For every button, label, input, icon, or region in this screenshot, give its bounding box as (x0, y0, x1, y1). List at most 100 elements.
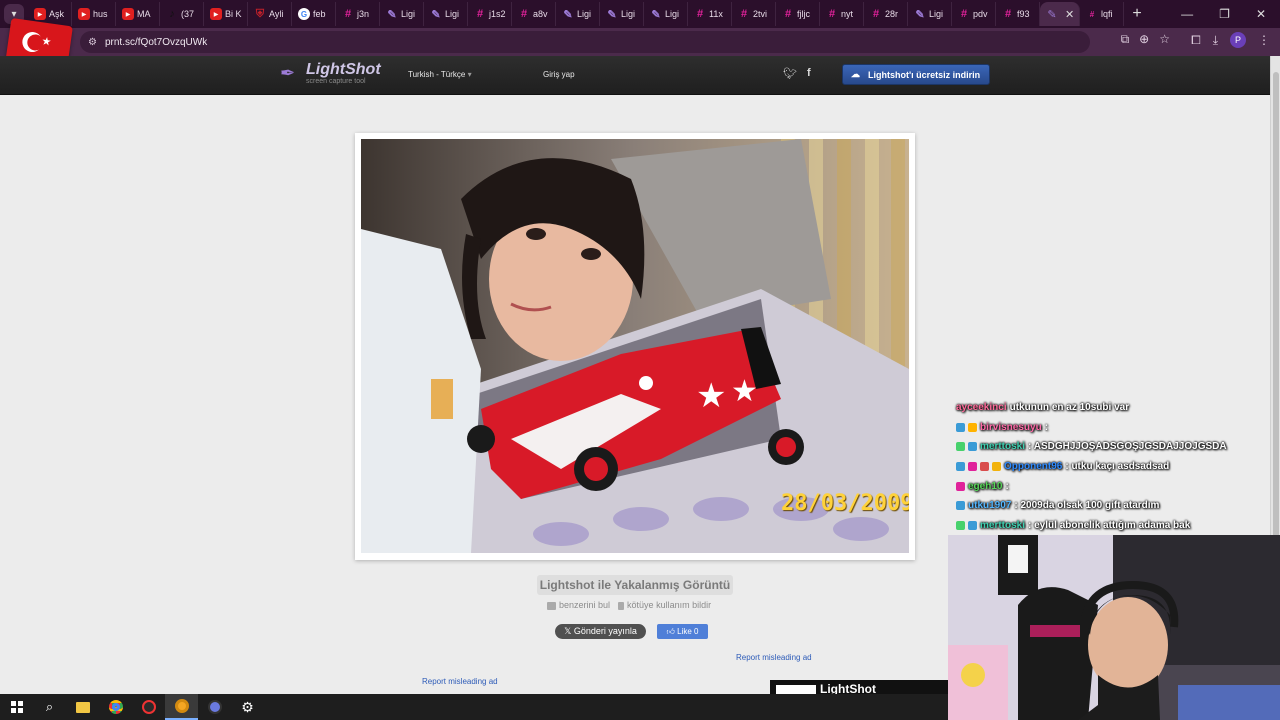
omnibox-actions: ⧉ ⊕ ☆ (1121, 32, 1170, 47)
tab[interactable]: ✎ Ligi (380, 2, 424, 26)
gear-icon: ⚙ (241, 698, 254, 715)
tab-label: 11x (709, 9, 723, 19)
tab[interactable]: Gfeb (292, 2, 336, 26)
zoom-icon[interactable]: ⊕ (1139, 32, 1149, 47)
thumbs-up-icon: 👍︎ (666, 627, 678, 636)
chat-username[interactable]: egeh10 (968, 481, 1002, 492)
chat-badge-icon (968, 422, 977, 432)
chat-message: Opponent96: utku kaçı asdsadsad (956, 457, 1256, 477)
tab[interactable]: ✎ Ligi (424, 2, 468, 26)
twitter-icon[interactable]: 🐦︎ (783, 67, 797, 80)
chat-username[interactable]: ayceekinci (956, 402, 1007, 413)
lightshot-icon: ✎ (651, 8, 661, 21)
hashtag-icon: # (696, 8, 704, 20)
file-explorer-button[interactable] (66, 694, 99, 720)
tab[interactable]: ⛨ Ayli (248, 2, 292, 26)
hashtag-icon: # (740, 8, 748, 20)
tab[interactable]: ✎ Ligi (600, 2, 644, 26)
extensions-icon[interactable]: ⧠ (1191, 33, 1201, 48)
app-button[interactable] (132, 694, 165, 720)
chat-username[interactable]: utku1907 (968, 500, 1011, 511)
facebook-like-button[interactable]: 👍︎ Like 0 (657, 624, 708, 639)
webcam-illustration (948, 535, 1280, 720)
download-lightshot-button[interactable]: ☁ Lightshot'ı ücretsiz indirin (842, 64, 990, 85)
start-button[interactable] (0, 694, 33, 720)
chat-username[interactable]: merttoski (980, 520, 1025, 531)
find-similar-label: benzerini bul (559, 600, 611, 610)
tab[interactable]: # pdv (952, 2, 996, 26)
lightshot-icon: ✎ (431, 8, 441, 21)
chat-badge-icon (980, 462, 989, 472)
tab[interactable]: # lqfi (1080, 2, 1124, 26)
profile-avatar[interactable]: P (1230, 32, 1246, 48)
tab[interactable]: ▶ Bi K (204, 2, 248, 26)
share-on-x-button[interactable]: 𝕏 Gönderi yayınla (555, 624, 646, 639)
tab[interactable]: ▶ MA (116, 2, 160, 26)
tab[interactable]: # a8v (512, 2, 556, 26)
minimize-icon[interactable]: — (1181, 7, 1193, 21)
tab[interactable]: # f93 (996, 2, 1040, 26)
install-app-icon[interactable]: ⧉ (1121, 32, 1130, 47)
download-icon[interactable]: ⤓ (1213, 33, 1218, 48)
svg-text:★: ★ (731, 374, 758, 409)
bookmark-star-icon[interactable]: ☆ (1159, 32, 1170, 47)
tab-active[interactable]: ✎ ✕ (1040, 2, 1080, 26)
x-logo-icon: 𝕏 (564, 626, 574, 636)
window-controls: — ❐ ✕ (1181, 7, 1280, 21)
restore-icon[interactable]: ❐ (1219, 7, 1230, 21)
tab[interactable]: ✎ Ligi (644, 2, 688, 26)
lightshot-logo[interactable]: ✒ LightShot screen capture tool (280, 62, 381, 86)
obs-button[interactable] (198, 694, 231, 720)
screenshot-actions: benzerini bul kötüye kullanım bildir (547, 600, 711, 610)
language-selector[interactable]: Turkish - Türkçe ▾ (408, 70, 472, 79)
youtube-icon: ▶ (34, 8, 46, 20)
stream-chat-overlay: ayceekinci utkunun en az 10subi var birvis… (956, 398, 1256, 535)
tab[interactable]: ✎ Ligi (908, 2, 952, 26)
shield-icon: ⛨ (255, 7, 265, 20)
login-link[interactable]: Giriş yap (543, 70, 575, 79)
close-tab-icon[interactable]: ✕ (1065, 8, 1074, 21)
report-misleading-ad-link-2[interactable]: Report misleading ad (422, 677, 498, 686)
tab[interactable]: #28r (864, 2, 908, 26)
like-label: Like 0 (677, 627, 699, 636)
chat-username[interactable]: Opponent96 (1004, 461, 1062, 472)
tab[interactable]: # fjljc (776, 2, 820, 26)
address-bar[interactable]: ⚙ prnt.sc/fQot7OvzqUWk (80, 31, 1090, 53)
tab[interactable]: # j1s2 (468, 2, 512, 26)
tab[interactable]: ♪ (37 (160, 2, 204, 26)
chat-badge-icon (968, 442, 977, 452)
chat-username[interactable]: birvisnesuyu (980, 422, 1042, 433)
chat-message: ayceekinci utkunun en az 10subi var (956, 398, 1256, 418)
tab[interactable]: #2tvi (732, 2, 776, 26)
find-similar-link[interactable]: benzerini bul (547, 600, 610, 610)
chrome-active-button[interactable] (165, 694, 198, 720)
screenshot-image[interactable]: ★ ★ 28/03/2009 (361, 139, 909, 553)
site-info-icon[interactable]: ⚙ (88, 37, 97, 48)
close-window-icon[interactable]: ✕ (1256, 7, 1266, 21)
app-red-icon (141, 700, 156, 714)
tiktok-icon: ♪ (169, 8, 175, 20)
youtube-icon: ▶ (122, 8, 134, 20)
site-header: ✒ LightShot screen capture tool Turkish … (0, 56, 1270, 95)
new-tab-button[interactable]: + (1124, 5, 1150, 23)
chrome-button[interactable] (99, 694, 132, 720)
tab-label: Ayli (269, 9, 284, 19)
tab[interactable]: ▶ hus (72, 2, 116, 26)
tab[interactable]: # j3n (336, 2, 380, 26)
tab[interactable]: # nyt (820, 2, 864, 26)
tab[interactable]: ✎ Ligi (556, 2, 600, 26)
facebook-icon[interactable]: f (807, 67, 811, 80)
report-abuse-link[interactable]: kötüye kullanım bildir (618, 600, 711, 610)
chat-username[interactable]: merttoski (980, 441, 1025, 452)
tab[interactable]: #11x (688, 2, 732, 26)
advertisement-banner[interactable]: LightShot (770, 680, 950, 694)
search-button[interactable]: ⌕ (33, 694, 66, 720)
settings-button[interactable]: ⚙ (231, 694, 264, 720)
chevron-down-icon: ▾ (467, 70, 472, 79)
tab-label: 2tvi (753, 9, 768, 19)
report-misleading-ad-link[interactable]: Report misleading ad (736, 653, 812, 662)
google-icon: G (298, 8, 310, 20)
tab-label: nyt (841, 9, 854, 19)
tab-label: Ligi (445, 9, 460, 19)
menu-icon[interactable]: ⋮ (1258, 33, 1270, 47)
